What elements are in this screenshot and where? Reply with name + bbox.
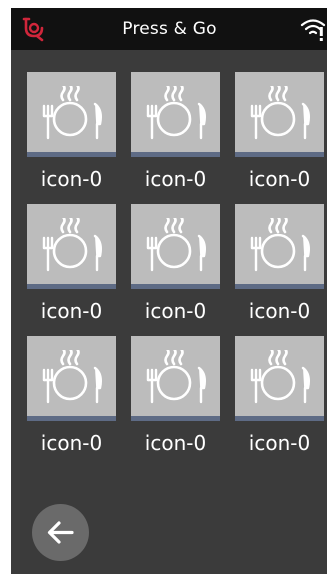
icon-grid: icon-0 icon-0 icon-0 icon-0 icon-0 icon-… (27, 72, 327, 462)
grid-tile[interactable]: icon-0 (131, 72, 220, 200)
grid-tile[interactable]: icon-0 (27, 336, 116, 464)
grid-tile[interactable]: icon-0 (131, 204, 220, 332)
tile-thumbnail (27, 336, 116, 421)
device-screen: Press & Go icon-0 icon-0 icon-0 icon-0 i… (11, 8, 327, 574)
tile-label: icon-0 (40, 431, 103, 455)
tile-label: icon-0 (248, 431, 311, 455)
hot-meal-icon (146, 86, 207, 140)
hot-meal-icon (250, 86, 311, 140)
tile-label: icon-0 (40, 167, 103, 191)
app-title: Press & Go (122, 19, 217, 39)
tile-label: icon-0 (144, 167, 207, 191)
grid-tile[interactable]: icon-0 (27, 204, 116, 332)
grid-tile[interactable]: icon-0 (235, 204, 324, 332)
hot-meal-icon (42, 350, 103, 404)
tile-label: icon-0 (144, 431, 207, 455)
tile-label: icon-0 (248, 299, 311, 323)
tile-thumbnail (235, 336, 324, 421)
tile-thumbnail (131, 336, 220, 421)
tile-thumbnail (131, 204, 220, 289)
tile-label: icon-0 (248, 167, 311, 191)
tile-label: icon-0 (144, 299, 207, 323)
tile-thumbnail (131, 72, 220, 157)
grid-tile[interactable]: icon-0 (235, 336, 324, 464)
hot-meal-icon (250, 350, 311, 404)
hot-meal-icon (42, 218, 103, 272)
hot-meal-icon (146, 218, 207, 272)
tile-thumbnail (235, 72, 324, 157)
grid-tile[interactable]: icon-0 (131, 336, 220, 464)
grid-tile[interactable]: icon-0 (27, 72, 116, 200)
top-bar: Press & Go (11, 8, 327, 50)
tile-thumbnail (27, 204, 116, 289)
arrow-left-icon (47, 521, 74, 544)
hot-meal-icon (250, 218, 311, 272)
wifi-warning-icon[interactable] (300, 16, 326, 42)
hot-meal-icon (146, 350, 207, 404)
tile-thumbnail (235, 204, 324, 289)
tile-thumbnail (27, 72, 116, 157)
tile-label: icon-0 (40, 299, 103, 323)
hot-meal-icon (42, 86, 103, 140)
back-button[interactable] (32, 504, 89, 561)
grid-tile[interactable]: icon-0 (235, 72, 324, 200)
